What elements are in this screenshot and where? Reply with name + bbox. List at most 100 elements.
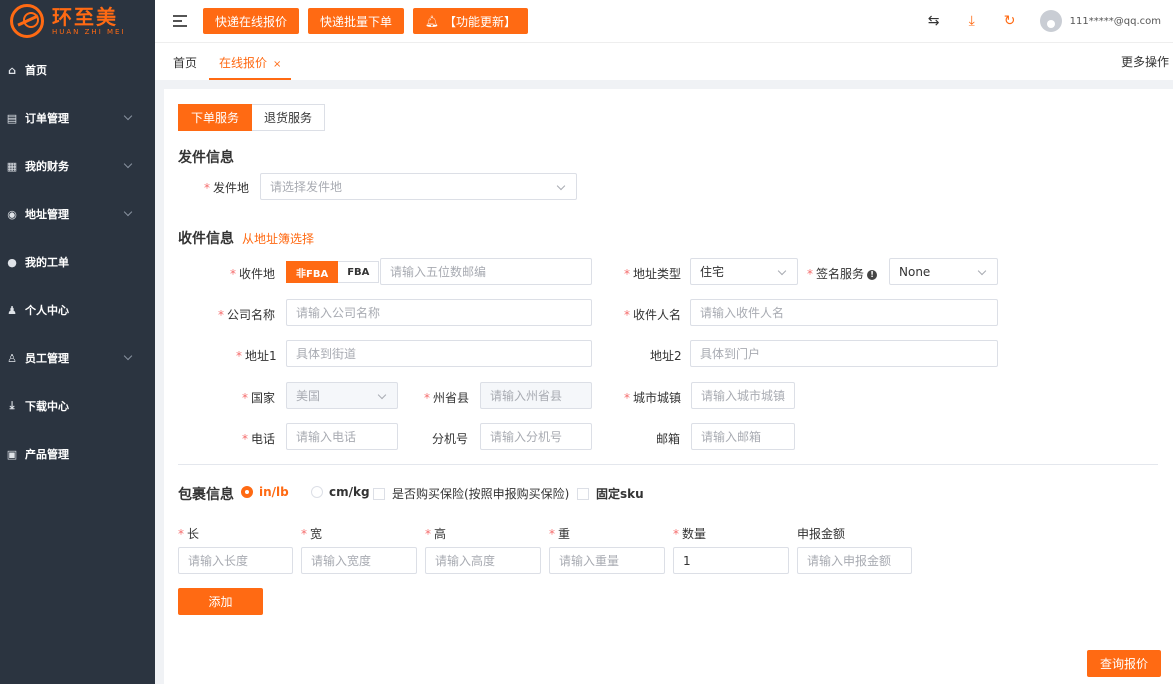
sidebar-item-label: 员工管理	[25, 352, 69, 365]
quick-quote-button[interactable]: 快递在线报价	[203, 8, 300, 34]
product-icon: ▣	[6, 447, 18, 461]
fba-switch: 非FBA FBA	[286, 261, 380, 283]
origin-select[interactable]: 请选择发件地	[260, 173, 577, 200]
chevron-down-icon	[377, 390, 387, 400]
address2-label: 地址2	[650, 349, 682, 363]
more-actions-dropdown[interactable]: 更多操作	[1121, 43, 1173, 81]
signature-label: * 签名服务!	[807, 265, 878, 282]
width-label: * 宽	[301, 527, 323, 541]
return-service-tab[interactable]: 退货服务	[252, 104, 326, 131]
tab-bar: 首页 在线报价 × 更多操作	[155, 42, 1173, 80]
order-service-tab[interactable]: 下单服务	[178, 104, 253, 131]
chevron-down-icon	[123, 351, 133, 361]
fba-option[interactable]: FBA	[338, 261, 380, 283]
sidebar-item-tickets[interactable]: ● 我的工单	[0, 238, 155, 286]
service-switch: 下单服务 退货服务	[178, 104, 326, 131]
chevron-down-icon	[977, 266, 987, 276]
signature-select[interactable]: None	[889, 258, 998, 285]
ticket-icon: ●	[7, 255, 17, 269]
recipient-name-input[interactable]: 请输入收件人名	[690, 299, 998, 326]
sidebar-item-profile[interactable]: ♟ 个人中心	[0, 286, 155, 334]
email-input[interactable]: 请输入邮箱	[691, 423, 795, 450]
sidebar-item-home[interactable]: ⌂ 首页	[0, 46, 155, 94]
weight-label: * 重	[549, 527, 571, 541]
length-label: * 长	[178, 527, 200, 541]
chevron-down-icon	[556, 181, 566, 191]
quote-form: 下单服务 退货服务 发件信息 * 发件地 请选择发件地 收件信息 从地址簿选择 * 收…	[164, 89, 1173, 684]
refresh-icon[interactable]: ↻	[1002, 13, 1018, 29]
country-label: * 国家	[242, 391, 276, 405]
zip-input[interactable]: 请输入五位数邮编	[380, 258, 592, 285]
bulk-order-button[interactable]: 快递批量下单	[308, 8, 405, 34]
feature-update-button[interactable]: 🔔︎ 【功能更新】	[413, 8, 529, 34]
sidebar-item-downloads[interactable]: ⤓ 下载中心	[0, 382, 155, 430]
width-input[interactable]: 请输入宽度	[301, 547, 417, 574]
sidebar-item-label: 个人中心	[25, 304, 69, 317]
menu-toggle-icon[interactable]	[173, 15, 187, 27]
address-book-link[interactable]: 从地址簿选择	[242, 232, 314, 246]
declared-value-input[interactable]: 请输入申报金额	[797, 547, 912, 574]
sidebar: 环至美 HUAN ZHI MEI ⌂ 首页 ▤ 订单管理 ▦ 我的财务 ◉ 地址…	[0, 0, 155, 684]
tab-online-quote[interactable]: 在线报价 ×	[209, 43, 292, 80]
phone-label: * 电话	[242, 432, 276, 446]
finance-icon: ▦	[6, 159, 18, 173]
height-label: * 高	[425, 527, 447, 541]
logo-title: 环至美	[52, 5, 118, 29]
email-label: 邮箱	[656, 432, 681, 446]
add-package-button[interactable]: 添加	[178, 588, 263, 615]
city-label: * 城市城镇	[624, 391, 682, 405]
recipient-name-label: * 收件人名	[624, 308, 682, 322]
unit-cmkg-radio[interactable]: cm/kg	[311, 485, 370, 499]
info-icon[interactable]: !	[867, 270, 878, 280]
home-icon: ⌂	[8, 63, 16, 77]
feature-update-label: 【功能更新】	[444, 14, 517, 29]
height-input[interactable]: 请输入高度	[425, 547, 541, 574]
sidebar-item-label: 首页	[25, 64, 47, 77]
state-label: * 州省县	[424, 391, 470, 405]
chevron-down-icon	[123, 159, 133, 169]
extension-input[interactable]: 请输入分机号	[480, 423, 592, 450]
sidebar-item-label: 我的财务	[25, 160, 69, 173]
top-header: 快递在线报价 快递批量下单 🔔︎ 【功能更新】 ⇆ ⤓ ↻ 111*****@q…	[155, 0, 1173, 42]
sidebar-item-products[interactable]: ▣ 产品管理	[0, 430, 155, 478]
address1-input[interactable]: 具体到街道	[286, 340, 592, 367]
close-icon[interactable]: ×	[273, 59, 281, 70]
quantity-label: * 数量	[673, 527, 707, 541]
user-email[interactable]: 111*****@qq.com	[1070, 16, 1161, 27]
insurance-checkbox[interactable]: 是否购买保险(按照申报购买保险)	[373, 485, 569, 502]
tab-home[interactable]: 首页	[173, 43, 197, 80]
quantity-input[interactable]: 1	[673, 547, 789, 574]
sidebar-item-finance[interactable]: ▦ 我的财务	[0, 142, 155, 190]
non-fba-option[interactable]: 非FBA	[286, 261, 339, 283]
destination-label: * 收件地	[230, 267, 276, 281]
package-section-title: 包裹信息	[178, 487, 234, 503]
address-type-label: * 地址类型	[624, 267, 682, 281]
bell-icon: 🔔︎	[425, 14, 439, 28]
translate-icon[interactable]: ⇆	[926, 13, 942, 29]
sidebar-item-orders[interactable]: ▤ 订单管理	[0, 94, 155, 142]
sidebar-item-label: 下载中心	[25, 400, 69, 413]
section-divider	[178, 464, 1158, 465]
country-select: 美国	[286, 382, 398, 409]
logo[interactable]: 环至美 HUAN ZHI MEI	[0, 0, 155, 42]
sidebar-item-label: 订单管理	[25, 112, 69, 125]
chevron-down-icon	[777, 266, 787, 276]
declared-value-label: 申报金额	[797, 527, 846, 541]
query-quote-button[interactable]: 查询报价	[1087, 650, 1161, 677]
sidebar-item-address[interactable]: ◉ 地址管理	[0, 190, 155, 238]
phone-input[interactable]: 请输入电话	[286, 423, 398, 450]
weight-input[interactable]: 请输入重量	[549, 547, 665, 574]
sidebar-menu: ⌂ 首页 ▤ 订单管理 ▦ 我的财务 ◉ 地址管理 ● 我的工单 ♟ 个人中心 …	[0, 46, 155, 478]
address-type-select[interactable]: 住宅	[690, 258, 798, 285]
sidebar-item-staff[interactable]: ♙ 员工管理	[0, 334, 155, 382]
order-icon: ▤	[6, 111, 18, 125]
city-input[interactable]: 请输入城市城镇	[691, 382, 795, 409]
fixed-sku-checkbox[interactable]: 固定sku	[577, 485, 644, 502]
download-icon[interactable]: ⤓	[964, 13, 980, 29]
company-input[interactable]: 请输入公司名称	[286, 299, 592, 326]
unit-inlb-radio[interactable]: in/lb	[241, 485, 289, 499]
length-input[interactable]: 请输入长度	[178, 547, 293, 574]
sidebar-item-label: 产品管理	[25, 448, 69, 461]
avatar[interactable]	[1039, 10, 1062, 32]
address2-input[interactable]: 具体到门户	[690, 340, 998, 367]
